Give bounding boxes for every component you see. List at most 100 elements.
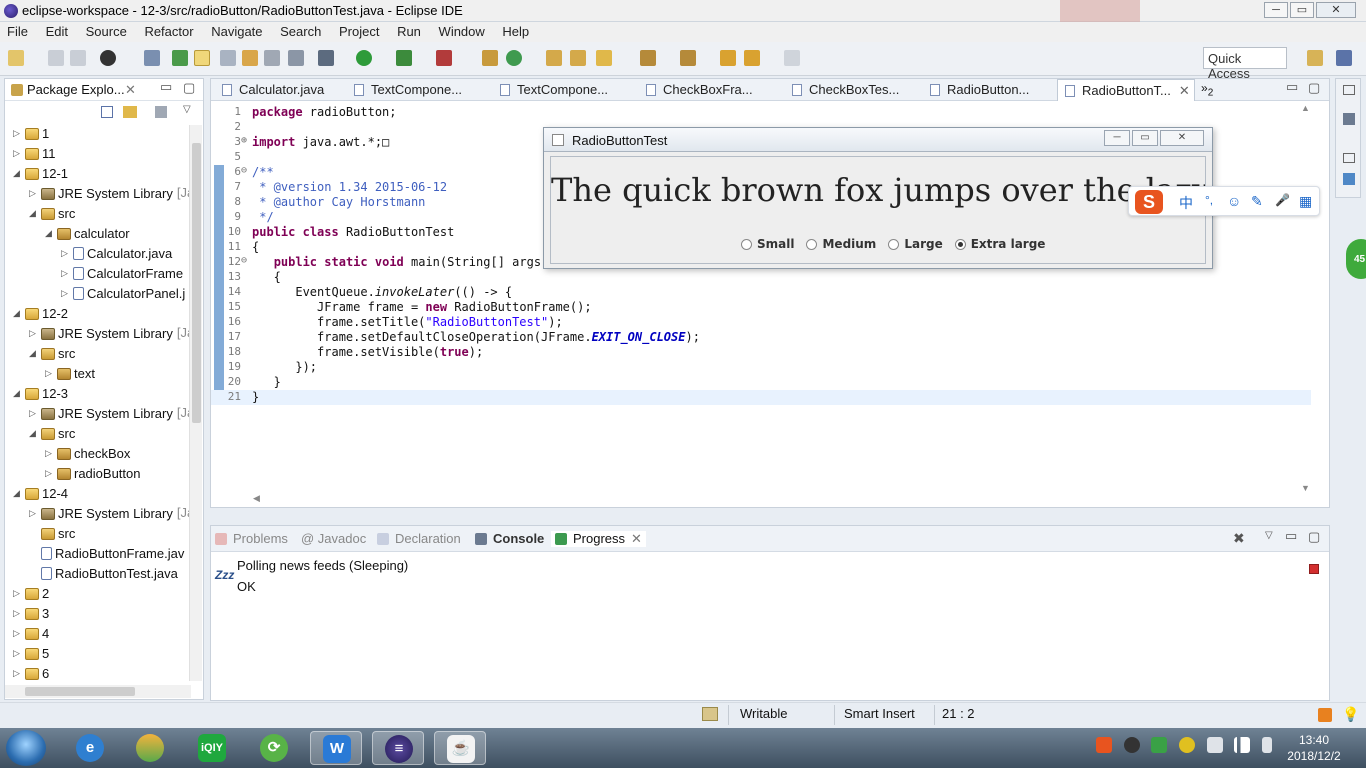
radio-unselected-icon[interactable] [888,239,900,250]
collapsed-twisty-icon[interactable]: ▷ [61,288,71,299]
vscroll-thumb[interactable] [192,143,201,423]
maximize-editor-icon[interactable]: ▢ [1308,80,1320,96]
maximize-bottom-icon[interactable]: ▢ [1308,529,1320,545]
annotation-icon[interactable] [242,50,258,66]
forward-icon[interactable] [784,50,800,66]
open-folder-icon[interactable] [546,50,562,66]
taskbar-browser[interactable] [124,731,176,765]
tree-item[interactable]: ▷ Calculator.java [61,245,172,265]
expanded-twisty-icon[interactable]: ◢ [13,308,23,319]
collapsed-twisty-icon[interactable]: ▷ [45,368,55,379]
tree-item[interactable]: ▷ 11 [13,145,56,165]
last-edit-icon[interactable] [720,50,736,66]
tab-console[interactable]: Console [475,531,544,546]
security-tray-icon[interactable] [1151,736,1168,753]
fold-toggle-icon[interactable]: ⊖ [241,165,247,176]
restore-icon[interactable] [1343,85,1355,95]
voice-icon[interactable]: 🎤 [1275,193,1290,207]
open-perspective-icon[interactable] [1307,50,1323,66]
collapsed-twisty-icon[interactable]: ▷ [13,128,23,139]
view-menu-bottom-icon[interactable]: ▽ [1265,530,1273,541]
close-view-icon[interactable]: ✕ [125,82,136,98]
save-icon[interactable] [48,50,64,66]
open-task-icon[interactable] [570,50,586,66]
editor-vscrollbar[interactable]: ▲ ▼ [1301,103,1313,493]
side-floating-badge[interactable]: 45 [1346,239,1366,279]
collapsed-twisty-icon[interactable]: ▷ [13,588,23,599]
expanded-twisty-icon[interactable]: ◢ [13,388,23,399]
code-line[interactable]: 14 EventQueue.invokeLater(() -> { [211,285,1311,300]
editor-tab[interactable]: CheckBoxFra... [639,79,781,101]
radio-option[interactable]: Extra large [954,237,1045,251]
tree-item[interactable]: ▷ CalculatorPanel.j [61,285,185,305]
toolbox-icon[interactable]: ▦ [1299,193,1312,210]
stop-icon[interactable] [1309,564,1319,574]
taskbar-wps[interactable]: W [310,731,362,765]
minimize-button[interactable]: ─ [1264,2,1288,18]
swing-minimize-button[interactable]: ─ [1104,130,1130,146]
collapsed-twisty-icon[interactable]: ▷ [13,608,23,619]
tab-problems[interactable]: Problems [215,531,288,546]
sogou-tray-icon[interactable] [1096,736,1112,753]
radio-option[interactable]: Large [888,237,943,251]
close-tab-icon[interactable]: ✕ [1179,83,1190,98]
code-line[interactable]: 1 package radioButton; [211,105,1311,120]
collapsed-twisty-icon[interactable]: ▷ [13,668,23,679]
tree-item[interactable]: RadioButtonTest.java [29,565,178,585]
collapsed-twisty-icon[interactable]: ▷ [45,468,55,479]
debug-icon[interactable] [318,50,334,66]
radio-unselected-icon[interactable] [741,239,752,250]
java-perspective-icon[interactable] [1336,50,1352,66]
scroll-down-icon[interactable]: ▼ [1301,483,1310,493]
code-line[interactable]: 17 frame.setDefaultCloseOperation(JFrame… [211,330,1311,345]
sogou-logo-icon[interactable]: S [1135,190,1163,214]
package-explorer-title[interactable]: Package Explo... [27,82,125,97]
tree-item[interactable]: ▷ 6 [13,665,49,681]
taskbar-java[interactable]: ☕ [434,731,486,765]
tab-progress[interactable]: Progress ✕ [551,531,646,547]
tree-item[interactable]: ▷ text [45,365,95,385]
start-button[interactable] [6,730,46,766]
maximize-view-icon[interactable]: ▢ [183,80,195,96]
show-whitespace-icon[interactable] [264,50,280,66]
menu-refactor[interactable]: Refactor [137,22,200,39]
minimize-view-icon[interactable]: ▭ [160,79,172,95]
volume-icon[interactable] [1261,736,1272,753]
tree-item[interactable]: ◢ src [29,345,75,365]
taskbar-eclipse[interactable]: ≡ [372,731,424,765]
menu-search[interactable]: Search [273,22,328,39]
minimize-editor-icon[interactable]: ▭ [1286,79,1298,95]
code-line[interactable]: 21} [211,390,1311,405]
menu-navigate[interactable]: Navigate [204,22,269,39]
plus-tray-icon[interactable] [1178,736,1195,753]
tree-item[interactable]: ▷ 5 [13,645,49,665]
code-line[interactable]: 15 JFrame frame = new RadioButtonFrame()… [211,300,1311,315]
restore-2-icon[interactable] [1343,153,1355,163]
code-line[interactable]: 16 frame.setTitle("RadioButtonTest"); [211,315,1311,330]
outline-icon[interactable] [1343,113,1355,125]
taskbar-iqiyi[interactable]: iQIY [186,731,238,765]
tree-item[interactable]: src [29,525,75,545]
chinese-mode-icon[interactable]: 中 [1179,193,1193,213]
close-button[interactable]: ✕ [1316,2,1356,18]
next-annotation-icon[interactable] [640,50,656,66]
expanded-twisty-icon[interactable]: ◢ [13,488,23,499]
menu-window[interactable]: Window [432,22,492,39]
tree-item[interactable]: ▷JRE System Library[Ja [29,185,191,205]
focus-icon[interactable] [155,106,167,118]
tree-item[interactable]: ▷ checkBox [45,445,130,465]
handwriting-icon[interactable]: ✎ [1251,193,1263,210]
link-with-editor-icon[interactable] [123,106,137,118]
collapsed-twisty-icon[interactable]: ▷ [13,648,23,659]
menu-run[interactable]: Run [390,22,428,39]
tree-item[interactable]: ▷JRE System Library[Ja [29,505,191,525]
editor-tab[interactable]: CheckBoxTes... [785,79,919,101]
editor-tab[interactable]: TextCompone... [347,79,489,101]
fold-toggle-icon[interactable]: ⊕ [241,135,247,146]
editor-hscrollbar[interactable]: ◀ [253,493,1313,507]
punctuation-icon[interactable]: °, [1205,193,1213,207]
quick-access-input[interactable]: Quick Access [1203,47,1287,81]
collapsed-twisty-icon[interactable]: ▷ [29,328,39,339]
tree-item[interactable]: RadioButtonFrame.jav [29,545,184,565]
tree-item[interactable]: ▷ 3 [13,605,49,625]
